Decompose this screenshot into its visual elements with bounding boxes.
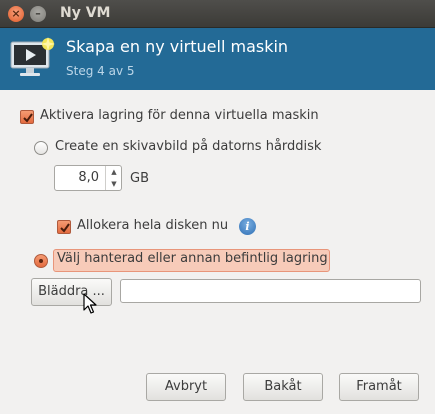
forward-button[interactable]: Framåt: [339, 373, 419, 401]
managed-storage-label[interactable]: Välj hanterad eller annan befintlig lagr…: [57, 251, 328, 266]
stepper-buttons: ▲ ▼: [105, 166, 121, 190]
chevron-up-icon[interactable]: ▲: [106, 166, 122, 178]
storage-path-input[interactable]: [120, 279, 421, 303]
checkmark-icon: [23, 113, 33, 123]
enable-storage-checkbox[interactable]: [20, 110, 34, 124]
browse-button[interactable]: Bläddra ...: [31, 278, 112, 306]
page-title: Skapa en ny virtuell maskin: [66, 37, 289, 56]
disk-size-value[interactable]: 8,0: [78, 170, 99, 185]
header-banner: Skapa en ny virtuell maskin Steg 4 av 5: [0, 28, 435, 90]
enable-storage-label[interactable]: Aktivera lagring för denna virtuella mas…: [40, 108, 319, 123]
allocate-disk-checkbox[interactable]: [57, 220, 71, 234]
mouse-cursor-icon: [83, 293, 97, 314]
size-unit-label: GB: [130, 171, 149, 186]
minimize-icon[interactable]: –: [30, 6, 46, 22]
disk-size-stepper[interactable]: 8,0 ▲ ▼: [54, 165, 122, 191]
title-bar: × – Ny VM: [0, 0, 435, 28]
chevron-down-icon[interactable]: ▼: [106, 178, 122, 190]
back-button[interactable]: Bakåt: [243, 373, 323, 401]
step-indicator: Steg 4 av 5: [66, 64, 135, 78]
managed-storage-radio[interactable]: [34, 254, 48, 268]
create-image-label[interactable]: Create en skivavbild på datorns hårddisk: [55, 139, 321, 154]
close-icon[interactable]: ×: [8, 6, 24, 22]
info-icon[interactable]: i: [239, 218, 256, 235]
window-title: Ny VM: [60, 5, 111, 21]
create-image-radio[interactable]: [34, 141, 48, 155]
monitor-icon: [10, 37, 55, 76]
cancel-button[interactable]: Avbryt: [146, 373, 226, 401]
allocate-disk-label[interactable]: Allokera hela disken nu: [77, 218, 228, 233]
checkmark-icon: [60, 223, 70, 233]
